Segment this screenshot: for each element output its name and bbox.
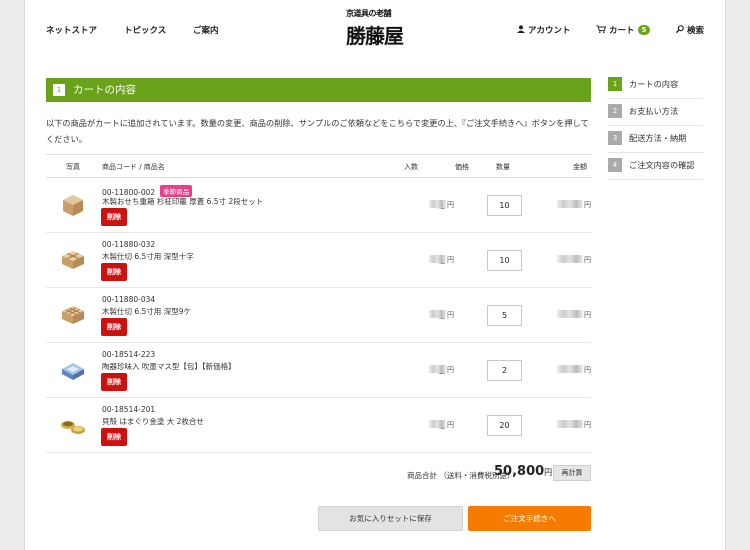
cart-icon <box>596 25 607 36</box>
line-amount: 円 <box>557 200 591 210</box>
cart-table-header: 写真 商品コード / 商品名 入数 価格 数量 金額 <box>46 154 591 178</box>
step-number-badge: 1 <box>53 84 65 96</box>
product-name[interactable]: 貝殻 はまぐり金塗 大 2枚合せ <box>102 416 204 427</box>
product-thumbnail[interactable] <box>59 192 87 218</box>
col-iri: 入数 <box>404 163 418 171</box>
delete-button[interactable]: 削除 <box>101 263 127 281</box>
cart-title-text: カートの内容 <box>73 84 136 96</box>
unit-price: 円 <box>429 310 454 320</box>
table-row: 00-11880-032 木製仕切 6.5寸用 深型十字 削除 1組 円 10 … <box>46 233 591 288</box>
line-amount: 円 <box>557 255 591 265</box>
product-name[interactable]: 木製おせち重箱 杉柾印籠 厚蓋 6.5寸 2段セット <box>102 196 263 207</box>
quantity-input[interactable]: 10 <box>487 195 522 216</box>
col-qty: 数量 <box>496 163 510 171</box>
nav-search[interactable]: 検索 <box>675 24 705 36</box>
step-label: カートの内容 <box>629 79 679 89</box>
unit-price: 円 <box>429 365 454 375</box>
col-code-name: 商品コード / 商品名 <box>102 163 165 171</box>
quantity-input[interactable]: 2 <box>487 360 522 381</box>
delete-button[interactable]: 削除 <box>101 318 127 336</box>
cart-intro-text: 以下の商品がカートに追加されています。数量の変更、商品の削除、サンプルのご依頼な… <box>46 118 589 144</box>
unit-price: 円 <box>429 200 454 210</box>
save-favorite-set-button[interactable]: お気に入りセットに保存 <box>318 506 463 531</box>
step-label: お支払い方法 <box>629 106 679 116</box>
logo-tagline: 京道具の老舗 <box>346 8 392 18</box>
product-name[interactable]: 木製仕切 6.5寸用 深型9ケ <box>102 306 191 317</box>
step-label: ご注文内容の確認 <box>629 160 695 170</box>
step-number: 2 <box>608 104 622 118</box>
step-payment-method: 2 お支払い方法 <box>608 99 703 126</box>
nav-guide[interactable]: ご案内 <box>193 24 219 36</box>
col-amount: 金額 <box>573 163 587 171</box>
step-number: 4 <box>608 158 622 172</box>
product-name[interactable]: 木製仕切 6.5寸用 深型十字 <box>102 251 194 262</box>
product-code: 00-18514-201 <box>102 405 156 414</box>
proceed-to-order-button[interactable]: ご注文手続きへ <box>468 506 591 531</box>
product-name[interactable]: 陶器珍味入 吹墨マス型【包】【新価格】 <box>102 361 236 372</box>
line-amount: 円 <box>557 365 591 375</box>
quantity-input[interactable]: 10 <box>487 250 522 271</box>
product-code: 00-11880-032 <box>102 240 156 249</box>
unit-price: 円 <box>429 255 454 265</box>
product-thumbnail[interactable] <box>59 357 87 383</box>
account-label: アカウント <box>528 26 571 36</box>
quantity-input[interactable]: 20 <box>487 415 522 436</box>
table-row: 00-11800-002 季節商品 木製おせち重箱 杉柾印籠 厚蓋 6.5寸 2段… <box>46 178 591 233</box>
step-label: 配送方法・納期 <box>629 133 687 143</box>
total-amount: 50,800円 <box>494 464 553 479</box>
product-thumbnail[interactable] <box>59 412 87 438</box>
step-number: 3 <box>608 131 622 145</box>
nav-net-store[interactable]: ネットストア <box>46 24 97 36</box>
step-cart-contents: 1 カートの内容 <box>608 72 703 99</box>
col-price: 価格 <box>455 163 469 171</box>
step-delivery: 3 配送方法・納期 <box>608 126 703 153</box>
nav-account[interactable]: アカウント <box>517 24 571 36</box>
site-logo[interactable]: 京道具の老舗 勝藤屋 <box>342 8 412 48</box>
page: ネットストア トピックス ご案内 京道具の老舗 勝藤屋 アカウント カート 5 検… <box>24 0 726 550</box>
nav-cart[interactable]: カート 5 <box>596 24 651 36</box>
user-icon <box>517 25 525 36</box>
product-thumbnail[interactable] <box>59 302 87 328</box>
product-code: 00-18514-223 <box>102 350 156 359</box>
step-number: 1 <box>608 77 622 91</box>
table-row: 00-11880-034 木製仕切 6.5寸用 深型9ケ 削除 1組 円 5 円 <box>46 288 591 343</box>
search-label: 検索 <box>687 26 705 36</box>
cart-count-badge: 5 <box>637 25 651 35</box>
logo-wordmark: 勝藤屋 <box>346 24 404 48</box>
delete-button[interactable]: 削除 <box>101 428 127 446</box>
table-row: 00-18514-223 陶器珍味入 吹墨マス型【包】【新価格】 削除 10個 … <box>46 343 591 398</box>
product-thumbnail[interactable] <box>59 247 87 273</box>
delete-button[interactable]: 削除 <box>101 373 127 391</box>
recalculate-button[interactable]: 再計算 <box>553 465 591 481</box>
quantity-input[interactable]: 5 <box>487 305 522 326</box>
cart-section-title: 1 カートの内容 <box>46 78 591 102</box>
checkout-steps: 1 カートの内容 2 お支払い方法 3 配送方法・納期 4 ご注文内容の確認 <box>608 72 703 180</box>
cart-label: カート <box>609 26 635 36</box>
table-row: 00-18514-201 貝殻 はまぐり金塗 大 2枚合せ 削除 1組 円 20… <box>46 398 591 453</box>
nav-topics[interactable]: トピックス <box>124 24 166 36</box>
line-amount: 円 <box>557 420 591 430</box>
delete-button[interactable]: 削除 <box>101 208 127 226</box>
search-icon <box>675 25 684 36</box>
step-confirm-order: 4 ご注文内容の確認 <box>608 153 703 180</box>
col-photo: 写真 <box>66 163 80 171</box>
product-code: 00-11880-034 <box>102 295 156 304</box>
line-amount: 円 <box>557 310 591 320</box>
unit-price: 円 <box>429 420 454 430</box>
